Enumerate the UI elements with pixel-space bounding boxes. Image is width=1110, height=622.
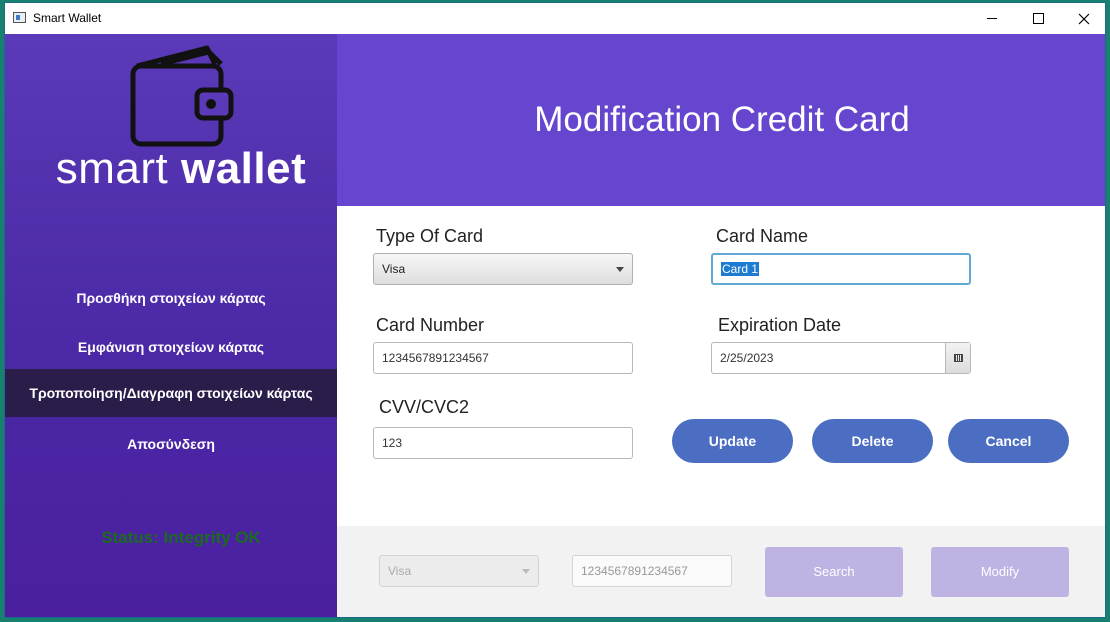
cvv-label: CVV/CVC2 [379, 397, 470, 417]
page-title: Modification Credit Card [534, 100, 910, 139]
nav-modify-card[interactable]: Τροποποίηση/Διαγραφη στοιχείων κάρτας [5, 369, 337, 417]
nav-logout[interactable]: Αποσύνδεση [5, 420, 337, 468]
expiration-label: Expiration Date [718, 315, 842, 335]
type-label: Type Of Card [376, 226, 484, 246]
sidebar: smart wallet Προσθήκη στοιχείων κάρτας Ε… [5, 34, 337, 617]
calendar-icon [953, 354, 963, 362]
search-type-select[interactable]: Visa [379, 555, 539, 587]
close-icon [1078, 13, 1090, 24]
update-button[interactable]: Update [672, 419, 793, 463]
nav-view-card[interactable]: Εμφάνιση στοιχείων κάρτας [5, 323, 337, 371]
app-window: Smart Wallet smart wallet Προσθήκη στοιχ… [4, 2, 1106, 618]
close-button[interactable] [1061, 3, 1105, 34]
maximize-button[interactable] [1015, 3, 1061, 34]
wallet-icon [130, 45, 234, 147]
card-name-input[interactable]: Card 1 [711, 253, 971, 285]
status-text: Status: Integrity OK [101, 528, 261, 547]
search-button[interactable]: Search [765, 547, 903, 597]
modify-button[interactable]: Modify [931, 547, 1069, 597]
cvv-input[interactable]: 123 [373, 427, 633, 459]
expiration-date-picker[interactable]: 2/25/2023 [711, 342, 971, 374]
card-number-input[interactable]: 1234567891234567 [373, 342, 633, 374]
search-number-input[interactable]: 1234567891234567 [572, 555, 732, 587]
card-number-label: Card Number [376, 315, 485, 335]
cancel-button[interactable]: Cancel [948, 419, 1069, 463]
page-header: Modification Credit Card [337, 34, 1105, 206]
card-type-select[interactable]: Visa [373, 253, 633, 285]
search-type-value: Visa [388, 564, 412, 578]
card-name-label: Card Name [716, 226, 809, 246]
search-bar: Visa 1234567891234567 Search Modify [337, 526, 1105, 617]
chevron-down-icon [522, 569, 530, 574]
expiration-date-value: 2/25/2023 [720, 351, 774, 365]
brand-wordmark: smart wallet [5, 144, 357, 194]
brand-light: smart [55, 144, 169, 193]
window-title: Smart Wallet [33, 11, 102, 25]
minimize-button[interactable] [969, 3, 1015, 34]
card-form: Type Of Card Visa Card Name Card 1 Card … [337, 206, 1105, 526]
brand-bold: wallet [180, 144, 307, 193]
card-name-value: Card 1 [721, 262, 760, 276]
window-icon [13, 12, 26, 23]
minimize-icon [987, 18, 997, 19]
maximize-icon [1032, 13, 1044, 24]
nav-add-card[interactable]: Προσθήκη στοιχείων κάρτας [5, 274, 337, 322]
title-bar: Smart Wallet [5, 3, 1105, 34]
calendar-button[interactable] [945, 343, 970, 373]
chevron-down-icon [616, 267, 624, 272]
delete-button[interactable]: Delete [812, 419, 933, 463]
card-type-value: Visa [382, 262, 406, 276]
